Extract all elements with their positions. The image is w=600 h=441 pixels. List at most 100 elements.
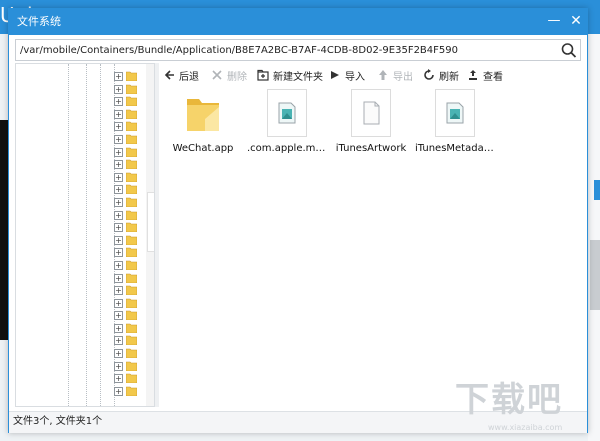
watermark-url: www.xiazaiba.com	[488, 423, 563, 432]
folder-icon	[126, 298, 137, 308]
file-item[interactable]: WeChat.app	[163, 89, 243, 161]
expand-icon[interactable]: +	[114, 361, 123, 371]
folder-icon	[126, 222, 137, 233]
folder-icon	[126, 386, 137, 396]
refresh-label: 刷新	[439, 71, 459, 83]
export-label: 导出	[393, 71, 413, 83]
document-image-icon	[267, 89, 307, 137]
folder-icon	[183, 89, 223, 137]
view-label: 查看	[483, 71, 503, 83]
expand-icon[interactable]: +	[114, 109, 123, 119]
folder-icon	[126, 134, 137, 144]
folder-tree[interactable]: + + + + + + + + + + + + + + + + + + + + + + + + + +	[15, 63, 155, 407]
export-arrow-icon	[379, 70, 387, 80]
background-right-accent	[594, 180, 600, 200]
refresh-icon	[424, 69, 434, 80]
expand-icon[interactable]: +	[114, 122, 123, 132]
expand-icon[interactable]: +	[114, 210, 123, 220]
tree-guide-line	[86, 64, 87, 406]
folder-icon	[126, 373, 137, 384]
refresh-button[interactable]: 刷新	[423, 67, 459, 83]
minimize-button[interactable]: —	[543, 9, 565, 35]
folder-icon	[126, 273, 137, 283]
delete-label: 删除	[227, 71, 247, 83]
expand-icon[interactable]: +	[114, 84, 123, 94]
expand-icon[interactable]: +	[114, 134, 123, 144]
tree-vertical-scrollbar[interactable]	[146, 64, 154, 406]
expand-icon[interactable]: +	[114, 323, 123, 333]
file-name: WeChat.app	[172, 143, 234, 154]
folder-icon	[126, 235, 137, 245]
view-button[interactable]: 查看	[467, 67, 503, 83]
import-label: 导入	[345, 71, 365, 83]
tree-scroll-thumb[interactable]	[147, 192, 154, 252]
background-right-block	[590, 240, 600, 310]
back-arrow-icon	[164, 70, 174, 80]
path-bar	[15, 39, 581, 61]
expand-icon[interactable]: +	[114, 260, 123, 270]
expand-icon[interactable]: +	[114, 374, 123, 384]
expand-icon[interactable]: +	[114, 386, 123, 396]
folder-icon	[126, 248, 137, 258]
delete-button[interactable]: 删除	[211, 67, 247, 83]
folder-icon	[126, 185, 137, 195]
expand-icon[interactable]: +	[114, 223, 123, 233]
folder-icon	[126, 323, 137, 333]
expand-icon[interactable]: +	[114, 248, 123, 258]
file-grid: WeChat.app .com.apple.mobil... iTunesArt…	[159, 87, 587, 407]
file-item[interactable]: .com.apple.mobil...	[247, 89, 327, 161]
expand-icon[interactable]: +	[114, 311, 123, 321]
expand-icon[interactable]: +	[114, 197, 123, 207]
status-text: 文件3个, 文件夹1个	[13, 416, 103, 427]
expand-icon[interactable]: +	[114, 235, 123, 245]
delete-x-icon	[212, 70, 222, 80]
expand-icon[interactable]: +	[114, 336, 123, 346]
folder-icon	[126, 172, 137, 182]
expand-icon[interactable]: +	[114, 172, 123, 182]
folder-icon	[126, 336, 137, 346]
background-left-panel	[0, 120, 8, 340]
import-button[interactable]: 导入	[329, 67, 365, 83]
view-icon	[469, 70, 477, 80]
expand-icon[interactable]: +	[114, 298, 123, 308]
path-input[interactable]	[16, 40, 556, 60]
folder-icon	[126, 310, 137, 321]
tree-guide-line	[100, 64, 101, 406]
folder-icon	[126, 361, 137, 371]
file-name: iTunesMetadata....	[415, 143, 495, 154]
file-item[interactable]: iTunesMetadata....	[415, 89, 495, 161]
search-icon[interactable]	[560, 42, 578, 58]
back-label: 后退	[179, 71, 199, 83]
file-name: .com.apple.mobil...	[247, 143, 327, 154]
folder-icon	[126, 147, 137, 157]
file-item[interactable]: iTunesArtwork	[331, 89, 411, 161]
dialog-titlebar[interactable]: 文件系统 — ✕	[9, 9, 587, 35]
folder-icon	[126, 348, 137, 359]
dialog-title: 文件系统	[17, 15, 61, 28]
folder-icon	[126, 96, 137, 107]
close-button[interactable]: ✕	[565, 9, 587, 35]
folder-icon	[126, 197, 137, 207]
expand-icon[interactable]: +	[114, 160, 123, 170]
expand-icon[interactable]: +	[114, 349, 123, 359]
new-folder-button[interactable]: 新建文件夹	[257, 67, 323, 83]
folder-icon	[126, 260, 137, 270]
expand-icon[interactable]: +	[114, 72, 123, 81]
expand-icon[interactable]: +	[114, 273, 123, 283]
document-image-icon	[435, 89, 475, 137]
folder-icon	[126, 285, 137, 296]
import-arrow-icon	[331, 71, 339, 79]
export-button[interactable]: 导出	[377, 67, 413, 83]
expand-icon[interactable]: +	[114, 147, 123, 157]
expand-icon[interactable]: +	[114, 97, 123, 107]
file-toolbar: 后退 删除 新建文件夹 导入 导出 刷新 查看	[159, 63, 587, 87]
expand-icon[interactable]: +	[114, 286, 123, 296]
folder-icon	[126, 84, 137, 94]
back-button[interactable]: 后退	[163, 67, 199, 83]
expand-icon[interactable]: +	[114, 185, 123, 195]
new-folder-label: 新建文件夹	[273, 71, 323, 83]
folder-icon	[126, 109, 137, 119]
folder-icon	[126, 210, 137, 220]
new-folder-icon	[257, 69, 269, 81]
document-blank-icon	[351, 89, 391, 137]
